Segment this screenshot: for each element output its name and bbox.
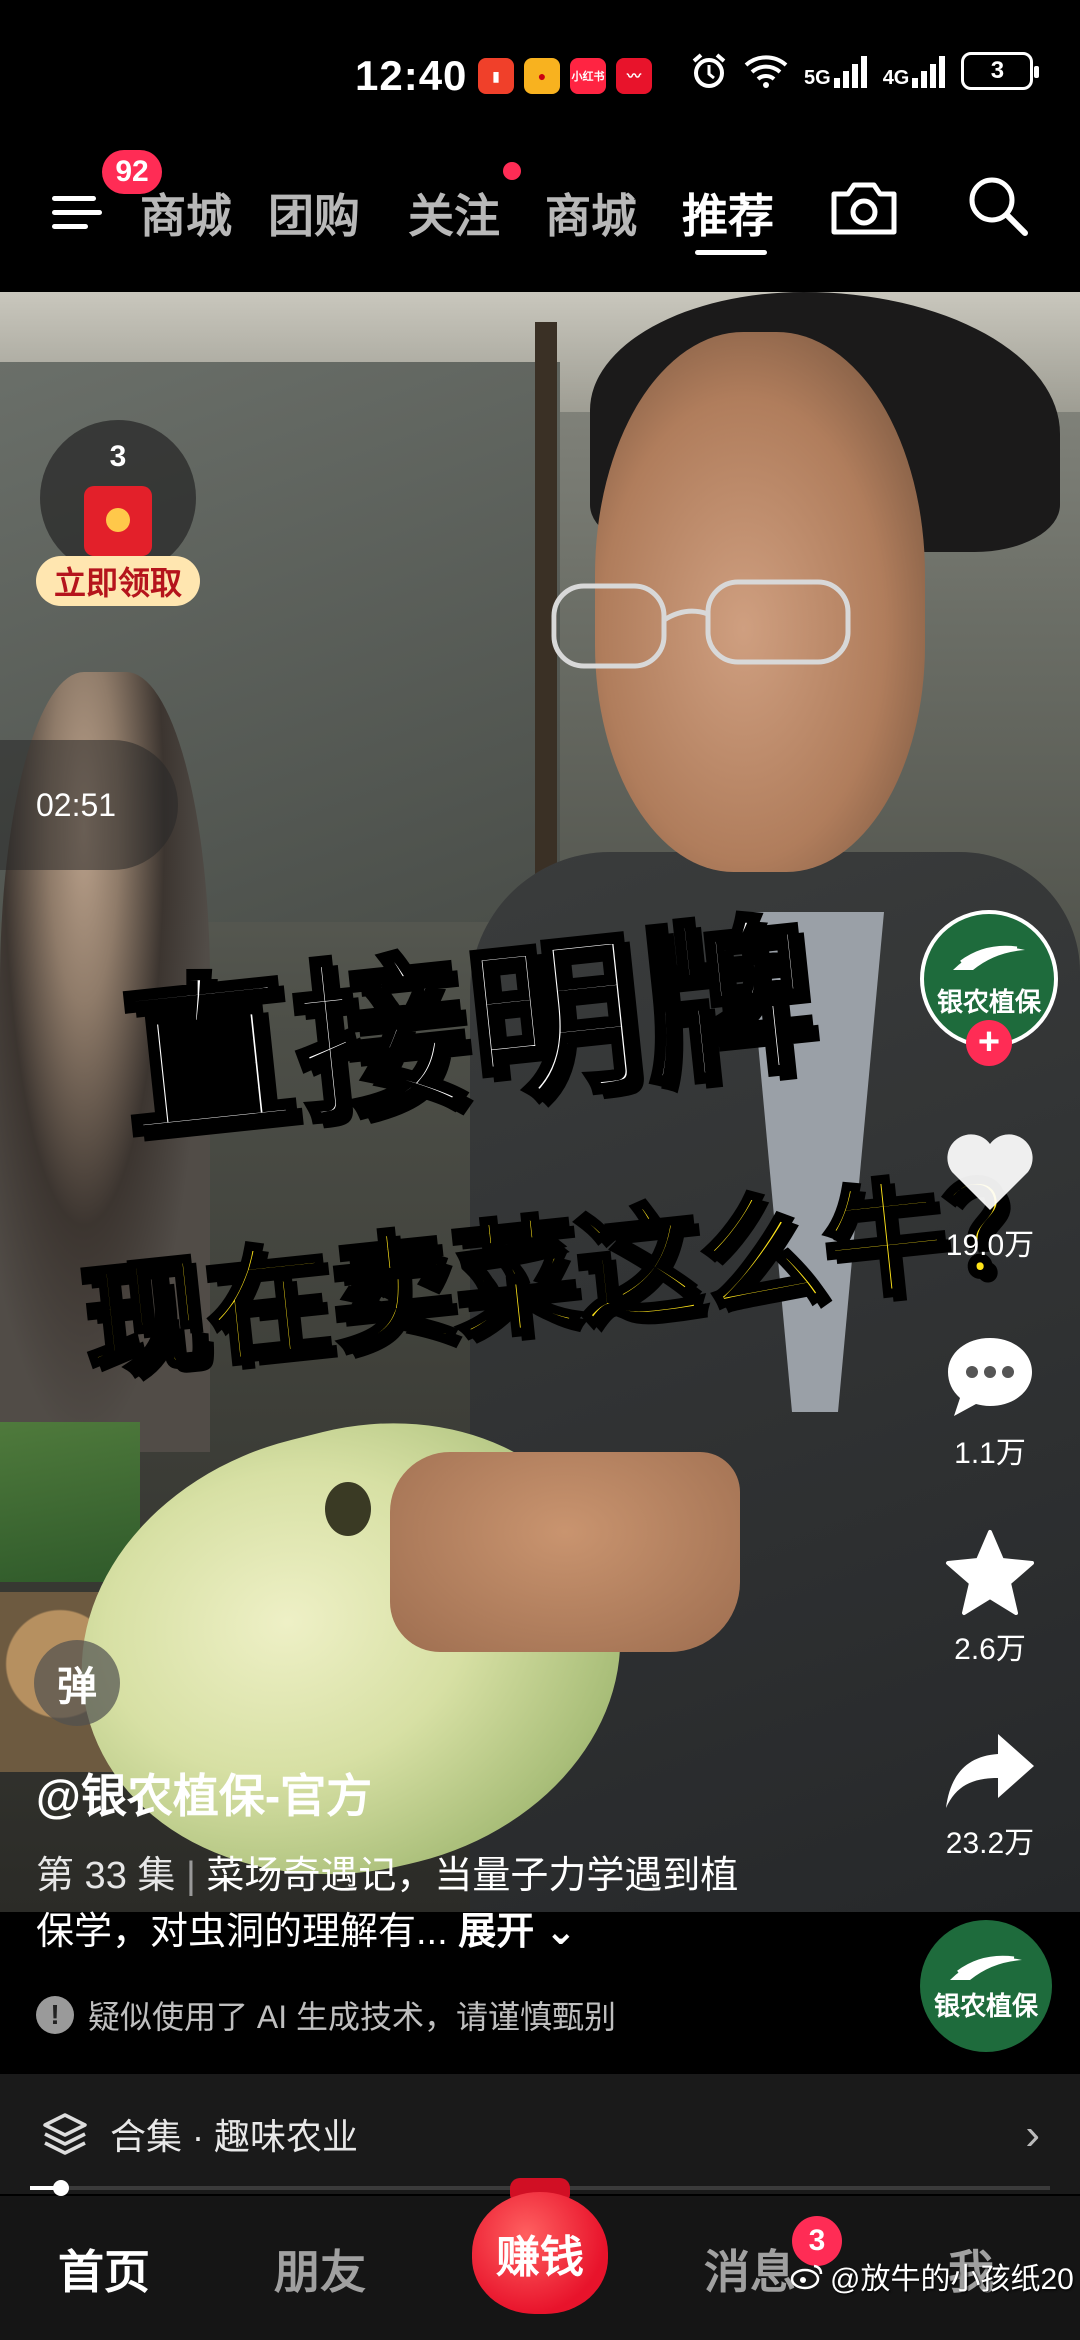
douyin-screen: 12:40 ▮ ● 小红书 〰 5G 4G 3 92 商城 团购 关注 商城 推… xyxy=(0,0,1080,2340)
camera-button[interactable] xyxy=(826,170,902,246)
tab-recommend[interactable]: 推荐 xyxy=(682,180,774,246)
xiaohongshu-icon: 小红书 xyxy=(570,58,606,94)
tab-mall-left[interactable]: 商城 xyxy=(140,180,232,246)
red-packet-claim-label[interactable]: 立即领取 xyxy=(36,556,200,606)
leaf-logo-icon xyxy=(950,1955,1022,1980)
author-name[interactable]: @银农植保-官方 xyxy=(36,1760,372,1826)
menu-icon-line xyxy=(52,210,102,215)
earn-label: 赚钱 xyxy=(496,2233,584,2282)
red-envelope-icon xyxy=(84,486,152,556)
video-scene-hand xyxy=(390,1452,740,1652)
chevron-down-icon: ⌄ xyxy=(534,1911,577,1953)
favorite-button[interactable]: 2.6万 xyxy=(920,1528,1060,1668)
weibo-logo-icon xyxy=(790,2264,823,2290)
status-indicators: 5G 4G 3 xyxy=(690,52,1040,90)
comment-count: 1.1万 xyxy=(954,1437,1026,1470)
weibo-icon: ● xyxy=(524,58,560,94)
active-tab-indicator xyxy=(695,250,767,255)
watermark-text: @放牛的小孩纸20 xyxy=(830,2263,1074,2296)
wifi-icon xyxy=(744,55,788,88)
leaf-logo-icon xyxy=(953,945,1025,970)
episode-label: 第 33 集 xyxy=(36,1855,176,1897)
favorite-count: 2.6万 xyxy=(954,1633,1026,1666)
tab-following[interactable]: 关注 xyxy=(408,180,500,246)
video-scene-glasses xyxy=(551,579,851,669)
expand-button[interactable]: 展开 ⌄ xyxy=(458,1911,576,1953)
network-4g-label: 4G xyxy=(882,67,910,89)
bottom-tab-messages[interactable]: 消息 xyxy=(704,2236,796,2302)
episode-divider: | xyxy=(185,1855,207,1897)
alarm-icon xyxy=(692,53,726,88)
status-time: 12:40 xyxy=(355,52,468,99)
signal-bars-icon xyxy=(912,54,946,88)
money-bag-icon: 赚钱 xyxy=(472,2192,608,2314)
author-avatar-label: 银农植保 xyxy=(936,986,1041,1017)
video-scene-cabbage-hole xyxy=(325,1482,371,1536)
collection-bar[interactable]: 合集 · 趣味农业 › xyxy=(0,2074,1080,2194)
expand-label: 展开 xyxy=(458,1911,535,1953)
reward-timer: 02:51 xyxy=(0,740,178,870)
signal-4g: 4G xyxy=(883,54,946,88)
network-5g-label: 5G xyxy=(804,67,831,89)
following-dot-badge xyxy=(503,162,521,180)
heart-icon xyxy=(947,1134,1033,1210)
bottom-tab-friends[interactable]: 朋友 xyxy=(274,2236,366,2302)
tab-mall[interactable]: 商城 xyxy=(545,180,637,246)
warning-icon: ! xyxy=(36,1996,74,2034)
earn-button[interactable]: 赚钱 xyxy=(472,2178,608,2314)
like-button[interactable]: 19.0万 xyxy=(920,1130,1060,1264)
menu-icon xyxy=(52,196,96,201)
brand-logo-label: 银农植保 xyxy=(933,1990,1038,2021)
tab-group-buy[interactable]: 团购 xyxy=(268,180,360,246)
app-red-icon: 〰 xyxy=(616,58,652,94)
battery-indicator: 3 xyxy=(961,52,1040,90)
menu-button[interactable] xyxy=(52,182,108,242)
search-button[interactable] xyxy=(960,168,1036,244)
search-icon xyxy=(969,177,1028,236)
layers-icon xyxy=(43,2113,87,2155)
like-count: 19.0万 xyxy=(945,1229,1035,1262)
chevron-right-icon: › xyxy=(1025,2110,1040,2159)
share-count: 23.2万 xyxy=(945,1827,1035,1860)
collection-label: 合集 · 趣味农业 xyxy=(110,2116,358,2157)
brand-logo-button[interactable]: 银农植保 xyxy=(920,1920,1052,2052)
menu-icon-line xyxy=(52,224,88,229)
watermark: @放牛的小孩纸20 xyxy=(790,2254,1074,2298)
star-icon xyxy=(946,1530,1034,1615)
ai-notice-text: 疑似使用了 AI 生成技术，请谨慎甄别 xyxy=(88,1999,617,2035)
comment-icon xyxy=(948,1338,1032,1416)
top-nav: 92 商城 团购 关注 商城 推荐 xyxy=(0,150,1080,292)
notification-app-icon: ▮ xyxy=(478,58,514,94)
bottom-tab-home[interactable]: 首页 xyxy=(58,2236,150,2302)
status-app-icons: ▮ ● 小红书 〰 xyxy=(478,58,652,94)
status-bar: 12:40 ▮ ● 小红书 〰 5G 4G 3 xyxy=(0,0,1080,150)
comment-button[interactable]: 1.1万 xyxy=(920,1332,1060,1472)
ai-content-notice: ! 疑似使用了 AI 生成技术，请谨慎甄别 xyxy=(36,1992,616,2038)
progress-knob[interactable] xyxy=(52,2180,69,2196)
share-arrow-icon xyxy=(946,1734,1034,1808)
red-packet-widget[interactable]: 3 立即领取 xyxy=(36,420,200,610)
red-packet-count: 3 xyxy=(109,440,127,473)
danmaku-toggle[interactable]: 弹 xyxy=(34,1640,120,1726)
signal-bars-icon xyxy=(833,54,867,88)
follow-button[interactable]: + xyxy=(966,1020,1012,1066)
signal-5g: 5G xyxy=(804,54,867,88)
video-description[interactable]: 第 33 集 | 菜场奇遇记，当量子力学遇到植保学，对虫洞的理解有... 展开 … xyxy=(36,1848,756,1960)
camera-icon xyxy=(831,182,897,235)
share-button[interactable]: 23.2万 xyxy=(920,1728,1060,1862)
